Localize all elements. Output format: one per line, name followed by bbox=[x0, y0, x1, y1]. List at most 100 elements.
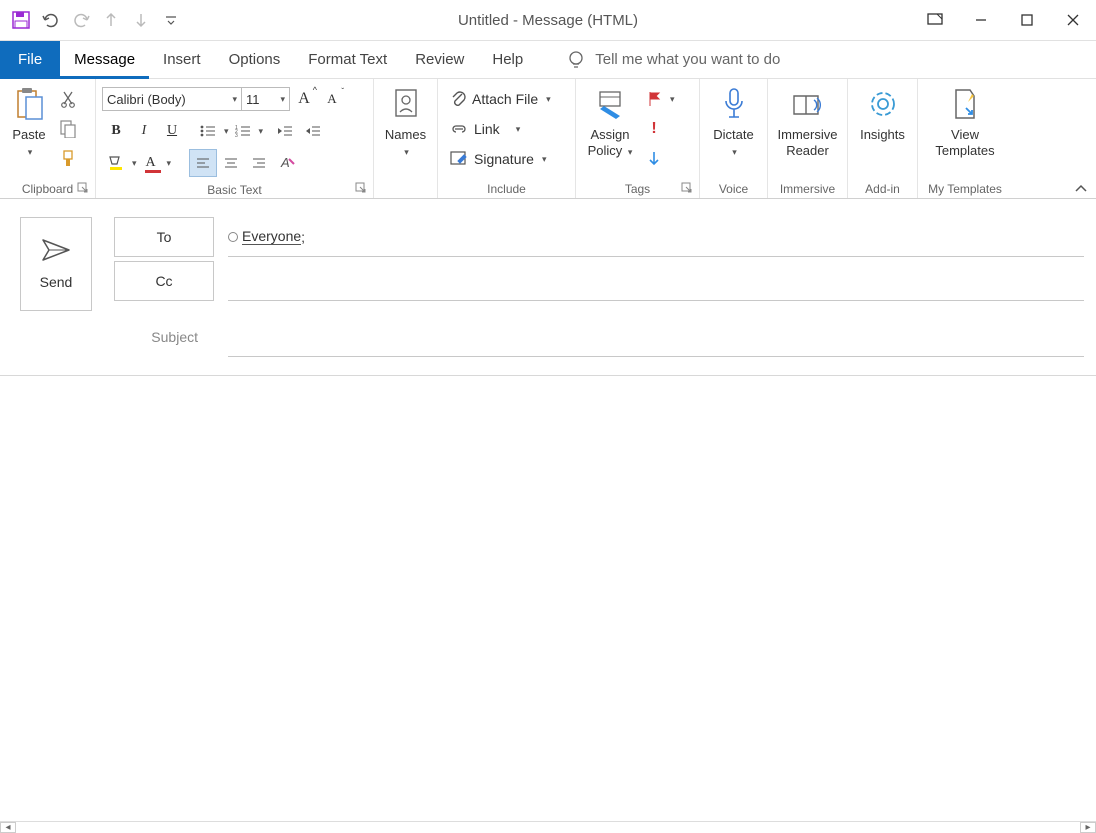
follow-up-button[interactable] bbox=[640, 85, 668, 113]
tab-message[interactable]: Message bbox=[60, 41, 149, 79]
save-button[interactable] bbox=[6, 5, 36, 35]
font-color-dropdown[interactable]: ▾ bbox=[167, 158, 172, 169]
shrink-font-button[interactable]: Aˇ bbox=[318, 85, 346, 113]
insights-icon bbox=[868, 89, 898, 119]
highlight-icon bbox=[107, 154, 125, 172]
insights-button[interactable]: Insights bbox=[854, 81, 911, 145]
tell-me-placeholder: Tell me what you want to do bbox=[595, 51, 780, 68]
chevron-up-icon bbox=[1074, 184, 1088, 194]
tab-review[interactable]: Review bbox=[401, 41, 478, 79]
tab-format-text[interactable]: Format Text bbox=[294, 41, 401, 79]
numbering-button[interactable]: 123 bbox=[229, 117, 257, 145]
send-label: Send bbox=[40, 274, 73, 290]
format-painter-button[interactable] bbox=[54, 145, 82, 173]
scroll-left-button[interactable]: ◂ bbox=[0, 822, 16, 833]
align-right-button[interactable] bbox=[245, 149, 273, 177]
recipient-presence-icon bbox=[228, 232, 238, 242]
grow-font-button[interactable]: A^ bbox=[290, 85, 318, 113]
clear-formatting-button[interactable]: A bbox=[273, 149, 301, 177]
align-center-icon bbox=[224, 157, 238, 169]
address-book-icon bbox=[392, 88, 420, 120]
minimize-button[interactable] bbox=[958, 5, 1004, 35]
group-immersive: Immersive Reader Immersive bbox=[768, 79, 848, 198]
align-left-button[interactable] bbox=[189, 149, 217, 177]
horizontal-scrollbar[interactable]: ◂ ▸ bbox=[0, 821, 1096, 833]
ribbon: Paste▾ Clipboard Calibri (Body)▾ bbox=[0, 79, 1096, 199]
book-speaker-icon bbox=[792, 90, 824, 118]
align-right-icon bbox=[252, 157, 266, 169]
basic-text-launcher[interactable] bbox=[355, 182, 369, 196]
font-name-combo[interactable]: Calibri (Body)▾ bbox=[102, 87, 242, 111]
follow-up-dropdown[interactable]: ▾ bbox=[670, 94, 675, 105]
qat-customize-button[interactable] bbox=[156, 5, 186, 35]
attach-file-button[interactable]: Attach File▾ bbox=[444, 85, 557, 113]
low-importance-button[interactable] bbox=[640, 145, 668, 173]
immersive-reader-button[interactable]: Immersive Reader bbox=[772, 81, 843, 160]
arrow-down-icon bbox=[648, 151, 660, 167]
signature-button[interactable]: Signature▾ bbox=[444, 145, 557, 173]
underline-button[interactable]: U bbox=[158, 117, 186, 145]
decrease-indent-button[interactable] bbox=[271, 117, 299, 145]
dictate-button[interactable]: Dictate▾ bbox=[707, 81, 759, 160]
tab-file[interactable]: File bbox=[0, 41, 60, 79]
outdent-icon bbox=[277, 124, 293, 138]
template-icon bbox=[952, 88, 978, 120]
highlight-button[interactable] bbox=[102, 149, 130, 177]
align-center-button[interactable] bbox=[217, 149, 245, 177]
undo-button[interactable] bbox=[36, 5, 66, 35]
svg-text:A: A bbox=[280, 155, 290, 170]
paintbrush-icon bbox=[59, 150, 77, 168]
send-button[interactable]: Send bbox=[20, 217, 92, 311]
policy-icon bbox=[596, 89, 624, 119]
cut-button[interactable] bbox=[54, 85, 82, 113]
numbering-dropdown[interactable]: ▾ bbox=[259, 126, 264, 137]
clear-format-icon: A bbox=[279, 155, 295, 171]
assign-policy-button[interactable]: Assign Policy ▾ bbox=[580, 81, 640, 160]
bold-button[interactable]: B bbox=[102, 117, 130, 145]
view-templates-button[interactable]: View Templates bbox=[929, 81, 1000, 160]
previous-item-button bbox=[96, 5, 126, 35]
group-voice: Dictate▾ Voice bbox=[700, 79, 768, 198]
group-label-names bbox=[378, 180, 433, 198]
link-button[interactable]: Link ▾ bbox=[444, 115, 557, 143]
lightbulb-icon bbox=[567, 50, 585, 70]
group-clipboard: Paste▾ Clipboard bbox=[0, 79, 96, 198]
tell-me-search[interactable]: Tell me what you want to do bbox=[567, 50, 780, 70]
close-button[interactable] bbox=[1050, 5, 1096, 35]
window-controls bbox=[912, 5, 1096, 35]
indent-icon bbox=[305, 124, 321, 138]
to-button[interactable]: To bbox=[114, 217, 214, 257]
group-label-templates: My Templates bbox=[922, 180, 1008, 198]
high-importance-button[interactable]: ! bbox=[640, 115, 668, 143]
bullets-button[interactable] bbox=[194, 117, 222, 145]
copy-button[interactable] bbox=[54, 115, 82, 143]
tags-launcher[interactable] bbox=[681, 182, 695, 196]
tab-insert[interactable]: Insert bbox=[149, 41, 215, 79]
names-label: Names bbox=[385, 127, 426, 142]
names-button[interactable]: Names▾ bbox=[379, 81, 432, 160]
collapse-ribbon-button[interactable] bbox=[1074, 184, 1088, 194]
tab-help[interactable]: Help bbox=[478, 41, 537, 79]
group-label-voice: Voice bbox=[704, 180, 763, 198]
increase-indent-button[interactable] bbox=[299, 117, 327, 145]
to-field[interactable]: Everyone; bbox=[228, 217, 1084, 257]
tab-options[interactable]: Options bbox=[215, 41, 295, 79]
cc-field[interactable] bbox=[228, 261, 1084, 301]
maximize-button[interactable] bbox=[1004, 5, 1050, 35]
font-color-button[interactable]: A bbox=[137, 149, 165, 177]
title-bar: Untitled - Message (HTML) bbox=[0, 0, 1096, 41]
paste-icon bbox=[14, 87, 44, 121]
paste-button[interactable]: Paste▾ bbox=[4, 81, 54, 160]
scroll-right-button[interactable]: ▸ bbox=[1080, 822, 1096, 833]
ribbon-display-options-button[interactable] bbox=[912, 5, 958, 35]
italic-button[interactable]: I bbox=[130, 117, 158, 145]
copy-icon bbox=[60, 120, 76, 138]
align-left-icon bbox=[196, 157, 210, 169]
recipient-chip[interactable]: Everyone bbox=[242, 228, 301, 245]
group-label-include: Include bbox=[442, 180, 571, 198]
cc-button[interactable]: Cc bbox=[114, 261, 214, 301]
subject-field[interactable] bbox=[228, 317, 1084, 357]
clipboard-launcher[interactable] bbox=[77, 182, 91, 196]
font-size-combo[interactable]: 11▾ bbox=[242, 87, 290, 111]
message-body[interactable] bbox=[0, 376, 1096, 806]
